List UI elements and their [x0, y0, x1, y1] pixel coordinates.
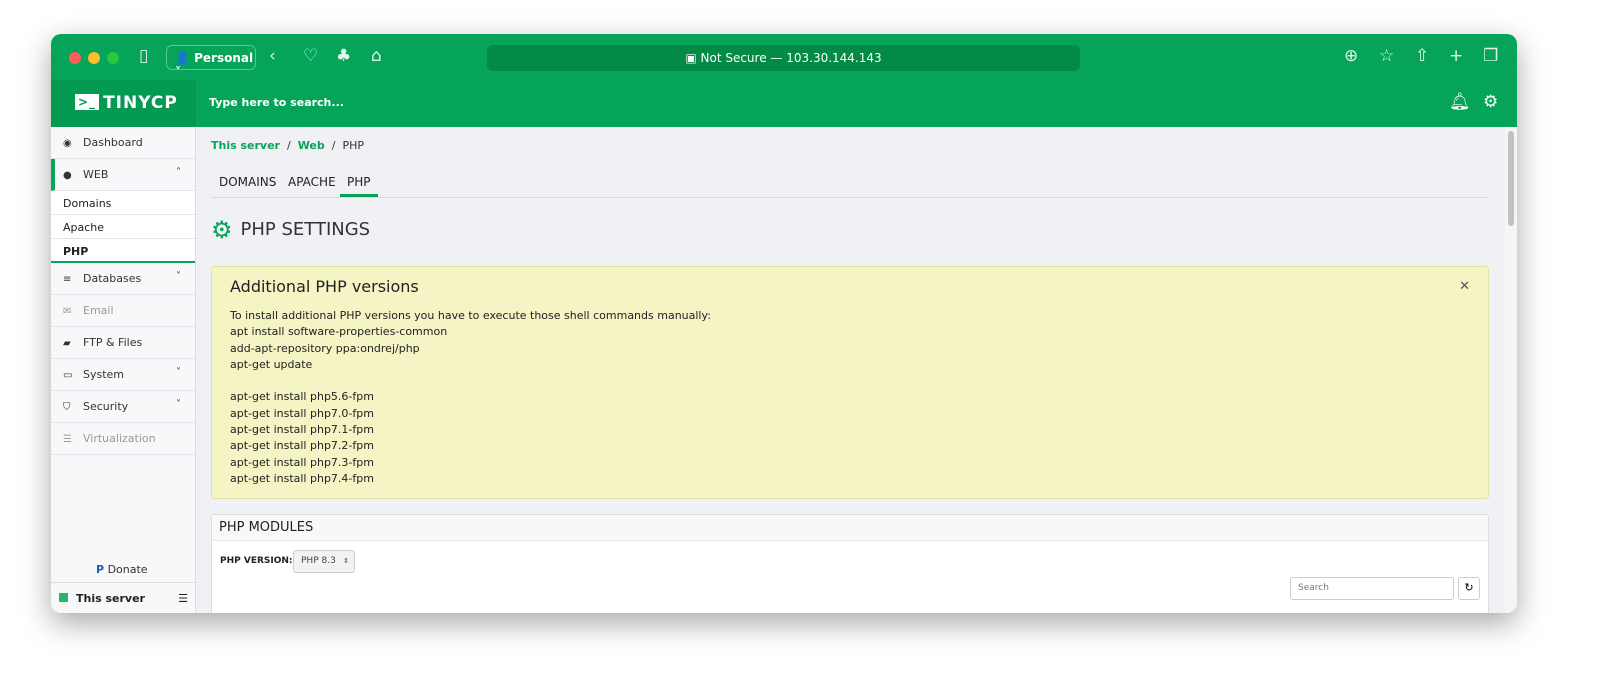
app-header: >_ TINYCP Type here to search... 🔔︎ ⚙ [51, 80, 1517, 127]
alert-line [230, 373, 1470, 389]
sidebar-item-virtualization[interactable]: ☰ Virtualization [51, 423, 195, 455]
donate-link[interactable]: P Donate [96, 563, 148, 576]
sidebar-toggle-icon[interactable]: ▯ [139, 46, 148, 66]
browser-toolbar: ▯ 👤 Personal ˅ ‹ ♡ ♣ ⌂ ▣ Not Secure — 10… [51, 34, 1517, 80]
sidebar: ◉ Dashboard ● WEB ˄ Domains Apache PHP ≡ Dat… [51, 127, 196, 613]
php-versions-alert: ✕ Additional PHP versions To install add… [211, 266, 1489, 499]
select-arrows-icon: ⇕ [343, 557, 349, 565]
alert-title: Additional PHP versions [230, 277, 419, 296]
chevron-down-icon: ˅ [176, 367, 181, 378]
php-version-label: PHP VERSION: [220, 556, 293, 566]
tab-domains[interactable]: DOMAINS [219, 175, 276, 189]
scrollbar[interactable] [1505, 127, 1517, 613]
folder-icon: ▰ [63, 338, 71, 349]
server-list-icon[interactable]: ☰ [178, 592, 188, 605]
refresh-icon: ↻ [1464, 581, 1474, 594]
chevron-down-icon: ˅ [176, 271, 181, 282]
close-icon[interactable]: ✕ [1459, 279, 1470, 294]
tab-php[interactable]: PHP [340, 175, 378, 197]
server-status-icon [59, 593, 68, 602]
drive-icon: ▭ [63, 370, 73, 381]
server-selector[interactable]: This server ☰ [51, 582, 196, 613]
dashboard-icon: ◉ [63, 138, 72, 149]
alert-line: apt install software-properties-common [230, 325, 448, 339]
modules-search-input[interactable]: Search [1290, 577, 1454, 600]
panel-title: PHP MODULES [212, 515, 1488, 541]
alert-line: To install additional PHP versions you h… [230, 309, 711, 322]
sidebar-item-databases[interactable]: ≡ Databases ˅ [51, 263, 195, 295]
gears-icon: ⚙ [211, 216, 233, 244]
breadcrumb: This server / Web / PHP [211, 139, 365, 152]
sidebar-subitem-php[interactable]: PHP [51, 239, 195, 263]
scrollbar-thumb[interactable] [1508, 131, 1514, 226]
chevron-down-icon: ˅ [176, 399, 181, 410]
terminal-icon: ▣ [685, 51, 701, 65]
page-title: ⚙ PHP SETTINGS [211, 216, 371, 244]
new-tab-icon[interactable]: + [1449, 46, 1463, 66]
breadcrumb-php: PHP [342, 139, 365, 152]
shield-icon: ⛉ [63, 402, 71, 413]
alert-line: apt-get install php7.0-fpm [230, 406, 374, 420]
alert-line: apt-get install php7.2-fpm [230, 439, 374, 453]
maximize-window-button[interactable] [107, 52, 119, 64]
extension-icon[interactable]: ♣ [336, 46, 351, 66]
global-search-input[interactable]: Type here to search... [209, 96, 344, 109]
refresh-button[interactable]: ↻ [1458, 577, 1480, 600]
alert-line: add-apt-repository ppa:ondrej/php [230, 341, 420, 355]
php-modules-panel: PHP MODULES PHP VERSION: PHP 8.3 ⇕ Search… [211, 514, 1489, 613]
sidebar-item-dashboard[interactable]: ◉ Dashboard [51, 127, 195, 159]
php-version-select[interactable]: PHP 8.3 ⇕ [293, 550, 355, 573]
alert-line: apt-get install php5.6-fpm [230, 390, 374, 404]
sidebar-subitem-apache[interactable]: Apache [51, 215, 195, 239]
alert-line: apt-get update [230, 357, 313, 371]
home-icon[interactable]: ⌂ [371, 46, 382, 66]
tinycp-logo[interactable]: >_ TINYCP [51, 80, 196, 127]
address-bar[interactable]: ▣ Not Secure — 103.30.144.143 [487, 45, 1080, 71]
tabs-overview-icon[interactable]: ❐ [1483, 46, 1498, 66]
sidebar-subitem-domains[interactable]: Domains [51, 191, 195, 215]
sidebar-item-web[interactable]: ● WEB ˄ [51, 159, 195, 191]
tab-bar: DOMAINS APACHE PHP [211, 169, 1489, 198]
tab-apache[interactable]: APACHE [288, 175, 336, 189]
bookmark-star-icon[interactable]: ☆ [1379, 46, 1394, 66]
sidebar-item-ftp-files[interactable]: ▰ FTP & Files [51, 327, 195, 359]
profile-button[interactable]: 👤 Personal ˅ [166, 45, 256, 79]
download-icon[interactable]: ⊕ [1344, 46, 1358, 66]
database-icon: ≡ [63, 274, 72, 285]
chevron-up-icon: ˄ [176, 167, 181, 178]
globe-icon: ● [63, 170, 72, 181]
settings-gears-icon[interactable]: ⚙ [1483, 92, 1498, 112]
breadcrumb-this-server[interactable]: This server [211, 139, 280, 152]
sidebar-item-email[interactable]: ✉ Email [51, 295, 195, 327]
alert-line: apt-get install php7.3-fpm [230, 455, 374, 469]
server-icon: ☰ [63, 434, 72, 445]
back-icon[interactable]: ‹ [269, 46, 276, 66]
shield-check-icon[interactable]: ♡ [303, 46, 318, 66]
alert-line: apt-get install php7.4-fpm [230, 471, 374, 485]
minimize-window-button[interactable] [88, 52, 100, 64]
close-window-button[interactable] [69, 52, 81, 64]
alert-line: apt-get install php7.1-fpm [230, 423, 374, 437]
bell-icon[interactable]: 🔔︎ [1449, 92, 1471, 112]
browser-window: ▯ 👤 Personal ˅ ‹ ♡ ♣ ⌂ ▣ Not Secure — 10… [51, 34, 1517, 613]
paypal-icon: P [96, 563, 105, 576]
sidebar-item-system[interactable]: ▭ System ˅ [51, 359, 195, 391]
share-icon[interactable]: ⇧ [1415, 46, 1429, 66]
sidebar-item-security[interactable]: ⛉ Security ˅ [51, 391, 195, 423]
breadcrumb-web[interactable]: Web [298, 139, 325, 152]
envelope-icon: ✉ [63, 306, 72, 317]
